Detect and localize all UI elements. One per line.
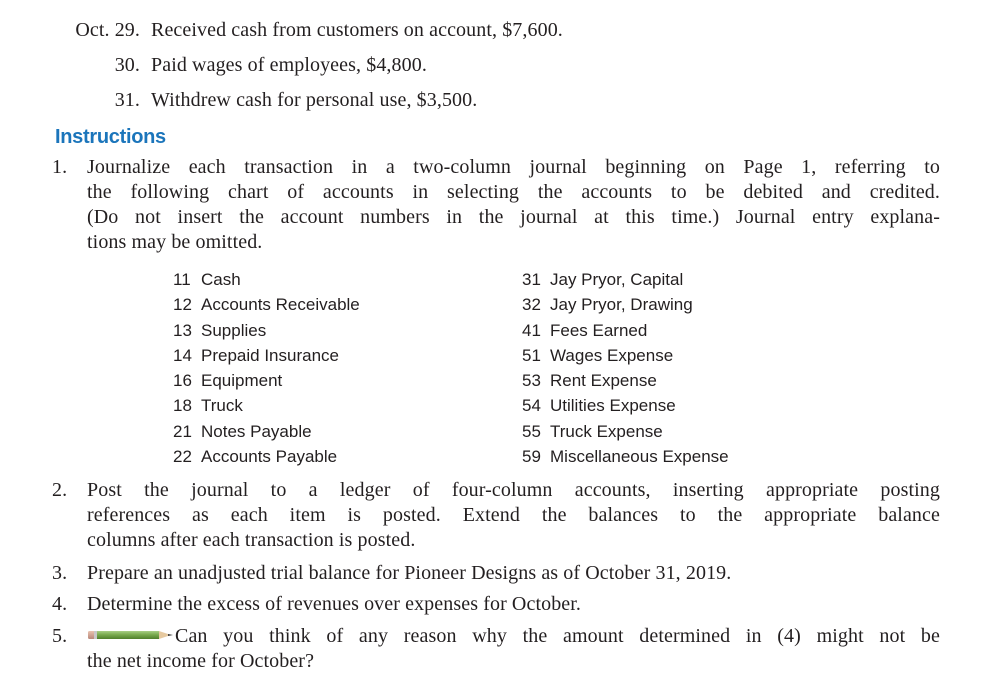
account-name: Rent Expense [550, 371, 657, 391]
chart-of-accounts-right: 31 Jay Pryor, Capital 32 Jay Pryor, Drawin… [522, 267, 729, 469]
account-name: Jay Pryor, Drawing [550, 295, 693, 315]
transaction-date: Oct. 29. [75, 19, 140, 41]
item-line: columns after each transaction is posted… [87, 529, 416, 551]
account-number: 55 [522, 421, 541, 441]
account-row: 21 Notes Payable [173, 419, 360, 444]
item-line: (Do not insert the account numbers in th… [87, 206, 940, 228]
account-number: 21 [173, 421, 192, 441]
account-name: Equipment [201, 371, 283, 391]
account-row: 14 Prepaid Insurance [173, 343, 360, 368]
account-name: Prepaid Insurance [201, 345, 339, 365]
account-name: Notes Payable [201, 421, 312, 441]
account-number: 16 [173, 371, 192, 391]
item-text: Journalize each transaction in a two-col… [87, 155, 940, 255]
item-line: references as each item is posted. Exten… [87, 504, 940, 526]
account-name: Accounts Receivable [201, 295, 360, 315]
account-name: Jay Pryor, Capital [550, 270, 684, 289]
account-row: 54 Utilities Expense [522, 393, 729, 418]
item-number: 2. [52, 479, 68, 501]
account-row: 51 Wages Expense [522, 343, 729, 368]
item-line: the net income for October? [87, 650, 315, 672]
account-number: 11 [173, 270, 191, 289]
item-line: Determine the excess of revenues over ex… [87, 593, 582, 615]
account-row: 31 Jay Pryor, Capital [522, 267, 729, 292]
account-name: Miscellaneous Expense [550, 447, 729, 467]
item-number: 3. [52, 562, 68, 584]
transaction-date: 31. [114, 89, 140, 111]
item-number: 1. [52, 156, 68, 178]
transaction-date: 30. [114, 54, 140, 76]
account-number: 54 [522, 396, 541, 416]
transaction-description: Received cash from customers on account,… [151, 19, 563, 41]
item-line: Prepare an unadjusted trial balance for … [87, 562, 732, 584]
item-text: Prepare an unadjusted trial balance for … [87, 561, 940, 586]
account-number: 32 [522, 295, 541, 315]
account-number: 22 [173, 447, 192, 467]
account-row: 41 Fees Earned [522, 318, 729, 343]
account-row: 59 Miscellaneous Expense [522, 444, 729, 469]
item-number: 5. [52, 625, 68, 647]
account-row: 32 Jay Pryor, Drawing [522, 292, 729, 317]
account-row: 11 Cash [173, 267, 360, 292]
account-name: Utilities Expense [550, 396, 676, 416]
account-number: 53 [522, 371, 541, 391]
item-line: tions may be omitted. [87, 231, 263, 253]
item-text: Determine the excess of revenues over ex… [87, 592, 940, 617]
item-line: Can you think of any reason why the amou… [175, 625, 940, 647]
chart-of-accounts-left: 11 Cash 12 Accounts Receivable 13 Supplies … [173, 267, 360, 469]
item-line: Post the journal to a ledger of four-col… [87, 479, 940, 501]
instructions-heading: Instructions [55, 126, 166, 148]
transaction-description: Paid wages of employees, $4,800. [151, 54, 427, 76]
item-text: Post the journal to a ledger of four-col… [87, 478, 940, 553]
transaction-description: Withdrew cash for personal use, $3,500. [151, 89, 478, 111]
account-name: Truck Expense [550, 421, 663, 441]
account-row: 13 Supplies [173, 318, 360, 343]
account-number: 14 [173, 345, 192, 365]
account-name: Accounts Payable [201, 447, 338, 467]
account-number: 18 [173, 396, 192, 416]
account-name: Truck [201, 396, 243, 416]
account-number: 31 [522, 270, 541, 289]
account-row: 53 Rent Expense [522, 368, 729, 393]
account-row: 22 Accounts Payable [173, 444, 360, 469]
account-name: Cash [201, 270, 241, 289]
account-row: 12 Accounts Receivable [173, 292, 360, 317]
account-number: 41 [522, 320, 541, 340]
account-name: Supplies [201, 320, 267, 340]
pencil-icon [88, 630, 173, 639]
account-row: 55 Truck Expense [522, 419, 729, 444]
item-number: 4. [52, 593, 68, 615]
item-line: Journalize each transaction in a two-col… [87, 156, 940, 178]
account-name: Wages Expense [550, 345, 674, 365]
account-name: Fees Earned [550, 320, 648, 340]
account-number: 12 [173, 295, 192, 315]
account-number: 51 [522, 345, 541, 365]
item-line-with-icon: Can you think of any reason why the amou… [87, 624, 940, 649]
account-number: 59 [522, 447, 541, 467]
account-number: 13 [173, 320, 192, 340]
account-row: 16 Equipment [173, 368, 360, 393]
item-line: the following chart of accounts in selec… [87, 181, 940, 203]
account-row: 18 Truck [173, 393, 360, 418]
item-text: Can you think of any reason why the amou… [87, 624, 940, 674]
